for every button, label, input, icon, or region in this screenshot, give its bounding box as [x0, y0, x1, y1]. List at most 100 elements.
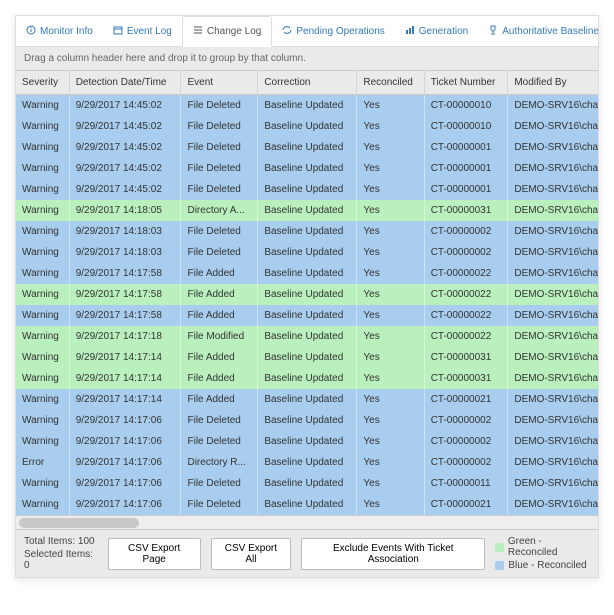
tab-authoritative-baseline[interactable]: Authoritative Baseline [478, 16, 599, 46]
table-row[interactable]: Warning9/29/2017 14:45:02File DeletedBas… [16, 95, 598, 117]
cell: Yes [357, 326, 424, 347]
table-row[interactable]: Warning9/29/2017 14:17:58File AddedBasel… [16, 263, 598, 284]
tab-label: Event Log [127, 26, 172, 37]
legend-blue-label: Blue - Reconciled [508, 560, 586, 571]
cell: CT-00000022 [424, 263, 508, 284]
table-row[interactable]: Warning9/29/2017 14:45:02File DeletedBas… [16, 137, 598, 158]
table-row[interactable]: Warning9/29/2017 14:18:03File DeletedBas… [16, 242, 598, 263]
cell: CT-00000001 [424, 179, 508, 200]
info-icon [26, 25, 36, 38]
table-row[interactable]: Warning9/29/2017 14:17:14File AddedBasel… [16, 389, 598, 410]
cell: DEMO-SRV16\chandler_justin [508, 95, 598, 117]
tab-monitor-info[interactable]: Monitor Info [16, 16, 103, 46]
cell: 9/29/2017 14:45:02 [69, 95, 181, 117]
cell: Yes [357, 179, 424, 200]
cell: CT-00000002 [424, 431, 508, 452]
cell: 9/29/2017 14:17:58 [69, 284, 181, 305]
table-row[interactable]: Error9/29/2017 14:17:06Directory R...Bas… [16, 452, 598, 473]
col-reconciled[interactable]: Reconciled [357, 71, 424, 95]
tab-generation[interactable]: Generation [395, 16, 478, 46]
table-body: Warning9/29/2017 14:45:02File DeletedBas… [16, 95, 598, 516]
cell: Baseline Updated [258, 431, 357, 452]
table-row[interactable]: Warning9/29/2017 14:17:14File AddedBasel… [16, 368, 598, 389]
exclude-events-button[interactable]: Exclude Events With Ticket Association [301, 538, 485, 570]
cell: File Added [181, 368, 258, 389]
col-correction[interactable]: Correction [258, 71, 357, 95]
tab-change-log[interactable]: Change Log [182, 16, 273, 47]
table-row[interactable]: Warning9/29/2017 14:45:02File DeletedBas… [16, 179, 598, 200]
table-row[interactable]: Warning9/29/2017 14:17:06File DeletedBas… [16, 431, 598, 452]
cell: Yes [357, 305, 424, 326]
cell: Baseline Updated [258, 179, 357, 200]
table-row[interactable]: Warning9/29/2017 14:18:03File DeletedBas… [16, 221, 598, 242]
scrollbar-thumb[interactable] [19, 518, 139, 528]
table-row[interactable]: Warning9/29/2017 14:17:58File AddedBasel… [16, 284, 598, 305]
tab-pending-operations[interactable]: Pending Operations [272, 16, 394, 46]
cell: Warning [16, 473, 69, 494]
col-event[interactable]: Event [181, 71, 258, 95]
grid-scroll[interactable]: SeverityDetection Date/TimeEventCorrecti… [16, 71, 598, 515]
cell: Warning [16, 389, 69, 410]
table-row[interactable]: Warning9/29/2017 14:17:58File AddedBasel… [16, 305, 598, 326]
table-row[interactable]: Warning9/29/2017 14:17:06File DeletedBas… [16, 494, 598, 515]
cell: Baseline Updated [258, 221, 357, 242]
cell: CT-00000022 [424, 326, 508, 347]
table-row[interactable]: Warning9/29/2017 14:17:14File AddedBasel… [16, 347, 598, 368]
tab-event-log[interactable]: Event Log [103, 16, 182, 46]
cell: File Added [181, 347, 258, 368]
tab-label: Generation [419, 26, 468, 37]
change-log-table: SeverityDetection Date/TimeEventCorrecti… [16, 71, 598, 515]
cell: File Deleted [181, 242, 258, 263]
cell: Warning [16, 95, 69, 117]
table-row[interactable]: Warning9/29/2017 14:17:06File DeletedBas… [16, 410, 598, 431]
cell: 9/29/2017 14:17:06 [69, 473, 181, 494]
cell: DEMO-SRV16\chandler_justin [508, 263, 598, 284]
table-row[interactable]: Warning9/29/2017 14:45:02File DeletedBas… [16, 116, 598, 137]
cell: Warning [16, 410, 69, 431]
cell: DEMO-SRV16\chandler_justin [508, 473, 598, 494]
calendar-icon [113, 25, 123, 38]
cell: File Modified [181, 326, 258, 347]
cell: 9/29/2017 14:45:02 [69, 158, 181, 179]
csv-export-all-button[interactable]: CSV Export All [211, 538, 292, 570]
cell: Baseline Updated [258, 410, 357, 431]
cell: Yes [357, 263, 424, 284]
horizontal-scrollbar[interactable] [16, 515, 598, 529]
csv-export-page-button[interactable]: CSV Export Page [108, 538, 201, 570]
cell: 9/29/2017 14:17:06 [69, 494, 181, 515]
cell: Baseline Updated [258, 305, 357, 326]
table-row[interactable]: Warning9/29/2017 14:17:06File DeletedBas… [16, 473, 598, 494]
total-items-label: Total Items: 100 [24, 536, 98, 547]
legend-swatch-green [495, 543, 504, 552]
cell: File Deleted [181, 221, 258, 242]
cell: DEMO-SRV16\chandler_justin [508, 137, 598, 158]
cell: 9/29/2017 14:17:14 [69, 389, 181, 410]
table-row[interactable]: Warning9/29/2017 14:17:18File ModifiedBa… [16, 326, 598, 347]
cell: DEMO-SRV16\chandler_justin [508, 431, 598, 452]
trophy-icon [488, 25, 498, 38]
cell: Baseline Updated [258, 452, 357, 473]
cell: 9/29/2017 14:45:02 [69, 116, 181, 137]
cell: DEMO-SRV16\chandler_justin [508, 116, 598, 137]
col-modified-by[interactable]: Modified By [508, 71, 598, 95]
cell: DEMO-SRV16\chandler_justin [508, 389, 598, 410]
col-severity[interactable]: Severity [16, 71, 69, 95]
cell: Warning [16, 368, 69, 389]
tab-label: Change Log [207, 26, 262, 37]
cell: Warning [16, 494, 69, 515]
cell: CT-00000031 [424, 200, 508, 221]
table-row[interactable]: Warning9/29/2017 14:45:02File DeletedBas… [16, 158, 598, 179]
table-row[interactable]: Warning9/29/2017 14:18:05Directory A...B… [16, 200, 598, 221]
cell: File Added [181, 305, 258, 326]
col-ticket-number[interactable]: Ticket Number [424, 71, 508, 95]
cell: Yes [357, 410, 424, 431]
cell: CT-00000021 [424, 494, 508, 515]
col-detection-date-time[interactable]: Detection Date/Time [69, 71, 181, 95]
cell: Yes [357, 158, 424, 179]
cell: Warning [16, 179, 69, 200]
cell: Warning [16, 326, 69, 347]
cell: Yes [357, 95, 424, 117]
cell: Error [16, 452, 69, 473]
cell: DEMO-SRV16\chandler_justin [508, 221, 598, 242]
list-icon [193, 25, 203, 38]
